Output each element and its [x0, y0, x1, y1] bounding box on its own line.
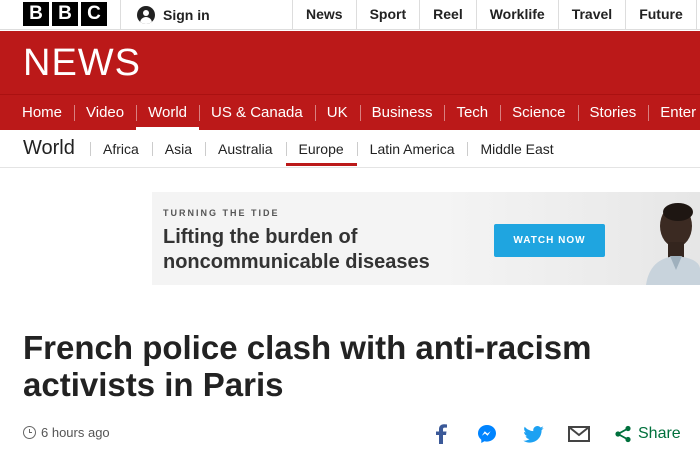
sub-nav-list: Africa Asia Australia Europe Latin Ameri… [90, 130, 567, 168]
main-nav-home[interactable]: Home [10, 95, 74, 131]
section-title[interactable]: World [23, 137, 75, 160]
clock-icon [23, 426, 36, 439]
main-nav: Home Video World US & Canada UK Business… [0, 94, 700, 131]
bbc-logo-letter: B [52, 2, 78, 26]
top-nav-worklife[interactable]: Worklife [475, 0, 558, 30]
sub-nav-asia[interactable]: Asia [151, 130, 205, 168]
ad-person-image [646, 203, 700, 285]
share-label: Share [638, 425, 681, 442]
news-logo[interactable]: NEWS [23, 43, 141, 83]
top-nav-travel[interactable]: Travel [557, 0, 625, 30]
main-nav-us-canada[interactable]: US & Canada [199, 95, 315, 131]
messenger-icon[interactable] [476, 423, 498, 445]
main-nav-business[interactable]: Business [359, 95, 445, 131]
main-nav-entertainment[interactable]: Enter [648, 95, 700, 131]
top-nav-reel[interactable]: Reel [419, 0, 476, 30]
signin-button[interactable]: Sign in [120, 0, 210, 30]
main-nav-video[interactable]: Video [74, 95, 136, 131]
top-nav-sport[interactable]: Sport [355, 0, 420, 30]
sub-nav-middle-east[interactable]: Middle East [467, 130, 566, 168]
email-icon[interactable] [568, 423, 590, 445]
news-banner: NEWS [0, 31, 700, 94]
share-bar: Share [430, 420, 681, 448]
sub-nav-australia[interactable]: Australia [205, 130, 285, 168]
twitter-icon[interactable] [522, 423, 544, 445]
article-meta: 6 hours ago [23, 425, 110, 440]
main-nav-tech[interactable]: Tech [444, 95, 500, 131]
main-nav-uk[interactable]: UK [314, 95, 360, 131]
top-nav-more[interactable]: M [695, 0, 700, 30]
top-nav: News Sport Reel Worklife Travel Future M [292, 0, 700, 30]
ad-headline: Lifting the burden of noncommunicable di… [163, 226, 430, 273]
sub-nav-africa[interactable]: Africa [90, 130, 152, 168]
user-icon [137, 6, 155, 24]
share-icon [615, 425, 631, 443]
signin-label: Sign in [163, 7, 210, 23]
timestamp: 6 hours ago [41, 425, 110, 440]
share-button[interactable]: Share [614, 425, 681, 443]
sub-nav: World Africa Asia Australia Europe Latin… [0, 130, 700, 168]
main-nav-stories[interactable]: Stories [577, 95, 649, 131]
sub-nav-europe[interactable]: Europe [285, 130, 357, 168]
top-nav-future[interactable]: Future [625, 0, 696, 30]
ad-eyebrow: TURNING THE TIDE [163, 208, 280, 218]
bbc-logo-letter: B [23, 2, 49, 26]
main-nav-world[interactable]: World [136, 95, 199, 131]
top-bar: B B C Sign in News Sport Reel Worklife T… [0, 0, 700, 30]
bbc-logo-letter: C [81, 2, 107, 26]
top-nav-news[interactable]: News [292, 0, 356, 30]
facebook-icon[interactable] [430, 423, 452, 445]
watch-now-button[interactable]: WATCH NOW [494, 224, 605, 257]
main-nav-science[interactable]: Science [500, 95, 577, 131]
sub-nav-latin-america[interactable]: Latin America [356, 130, 468, 168]
article-headline: French police clash with anti-racism act… [23, 329, 592, 403]
bbc-logo[interactable]: B B C [23, 2, 107, 26]
advertisement-banner[interactable]: TURNING THE TIDE Lifting the burden of n… [152, 192, 700, 285]
